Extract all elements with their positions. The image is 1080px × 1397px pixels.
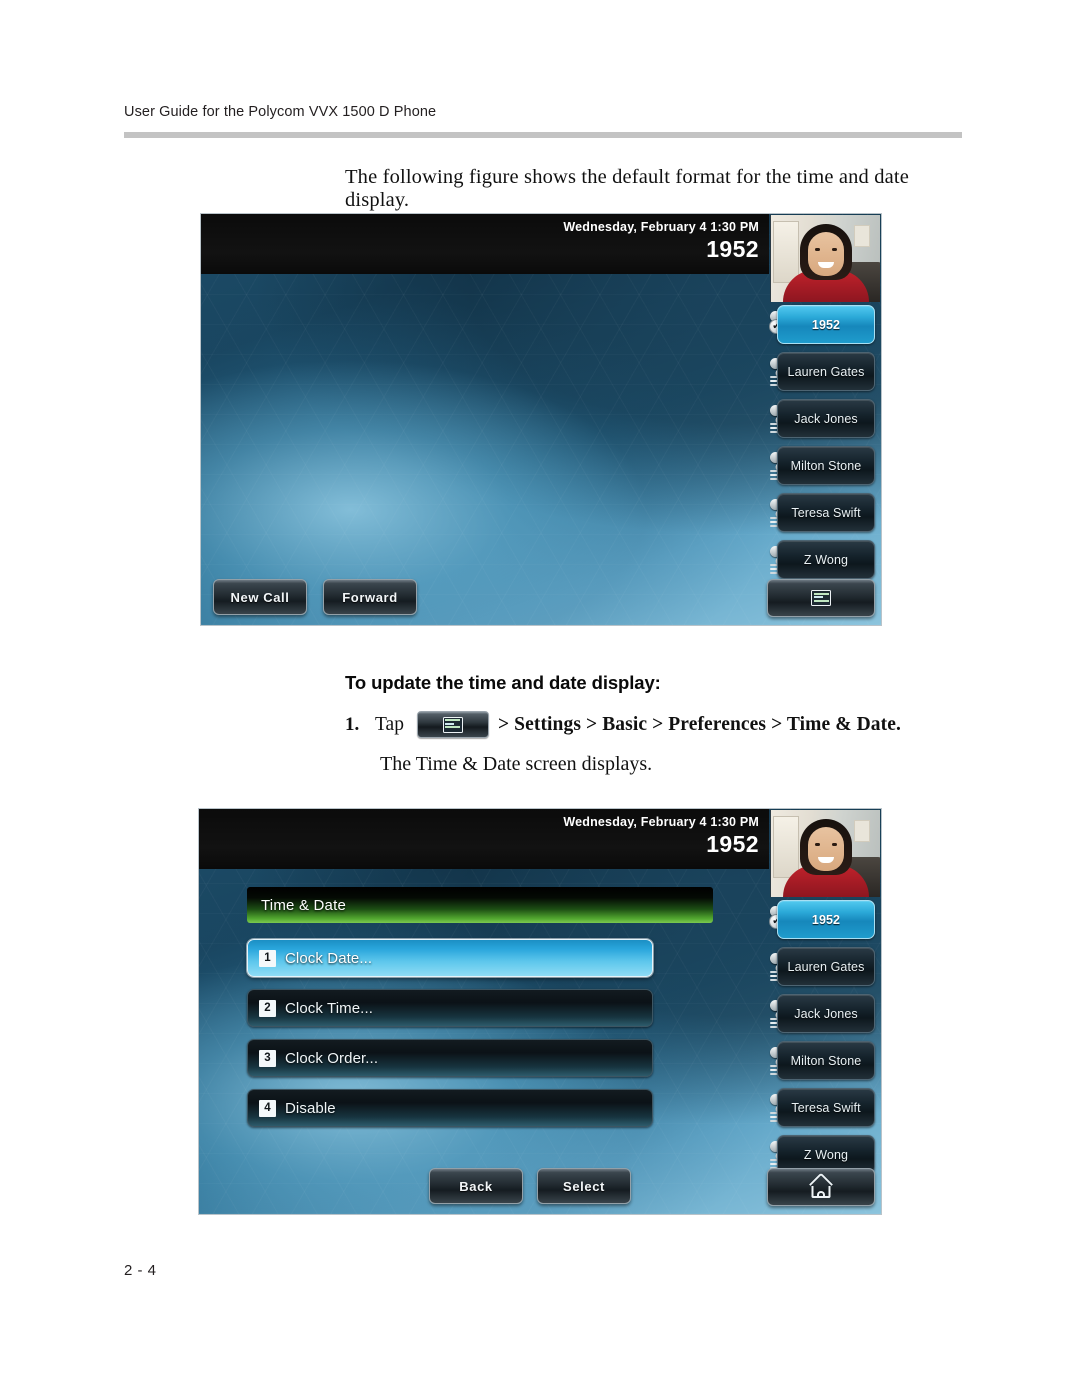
step-menu-path: > Settings > Basic > Preferences > Time … [497, 713, 901, 735]
line-key-row[interactable]: Teresa Swift [768, 1085, 880, 1130]
menu-item-label: Clock Time... [285, 999, 373, 1017]
header-divider [124, 132, 962, 138]
self-view-video[interactable] [770, 810, 880, 897]
video-person-smile [817, 857, 834, 863]
status-datetime: Wednesday, February 4 1:30 PM [563, 815, 759, 829]
line-key-button[interactable]: Teresa Swift [777, 1088, 875, 1127]
procedure-heading: To update the time and date display: [345, 672, 661, 693]
menu-item-clock-time[interactable]: 2 Clock Time... [247, 989, 653, 1027]
line-key-row[interactable]: Teresa Swift [768, 490, 880, 535]
home-button-menu[interactable] [767, 1168, 875, 1206]
video-wall-panel [854, 225, 870, 247]
soft-key-back[interactable]: Back [429, 1168, 523, 1204]
video-door [773, 816, 799, 878]
line-key-button[interactable]: Milton Stone [777, 1041, 875, 1080]
line-key-row[interactable]: Milton Stone [768, 1038, 880, 1083]
video-person-eye-left [814, 248, 820, 251]
line-key-button[interactable]: Milton Stone [777, 446, 875, 485]
line-key-row[interactable]: ✔ 1952 [768, 897, 880, 942]
phone-screenshot-time-date: Wednesday, February 4 1:30 PM 1952 Time … [198, 808, 882, 1215]
soft-key-bar-home: New Call Forward [201, 575, 769, 621]
menu-item-index: 1 [259, 949, 276, 967]
soft-key-new-call[interactable]: New Call [213, 579, 307, 615]
menu-window-icon [811, 590, 831, 606]
line-key-button[interactable]: Jack Jones [777, 399, 875, 438]
line-key-column-home: ✔ 1952 Lauren Gates Jack Jones Milton St… [768, 302, 880, 584]
step-tap-label: Tap [375, 713, 404, 735]
line-key-row[interactable]: Jack Jones [768, 396, 880, 441]
line-key-row[interactable]: Jack Jones [768, 991, 880, 1036]
video-person-smile [817, 262, 834, 268]
menu-item-label: Disable [285, 1099, 336, 1117]
intro-paragraph: The following figure shows the default f… [345, 166, 909, 211]
procedure-step-1: 1. Tap > Settings > Basic > Preferences … [345, 711, 901, 738]
status-bar: Wednesday, February 4 1:30 PM 1952 [201, 214, 769, 274]
home-icon [808, 1172, 834, 1198]
video-person-face [807, 827, 844, 871]
soft-key-forward[interactable]: Forward [323, 579, 417, 615]
menu-item-disable[interactable]: 4 Disable [247, 1089, 653, 1127]
menu-item-label: Clock Date... [285, 949, 373, 967]
line-key-button[interactable]: Teresa Swift [777, 493, 875, 532]
menu-button-home[interactable] [767, 579, 875, 617]
video-person-eye-left [814, 843, 820, 846]
soft-key-bar-menu: Back Select [199, 1164, 769, 1210]
video-person-eye-right [831, 843, 837, 846]
status-bar: Wednesday, February 4 1:30 PM 1952 [199, 809, 769, 869]
line-key-button[interactable]: Z Wong [777, 540, 875, 579]
menu-item-index: 4 [259, 1099, 276, 1117]
status-extension: 1952 [706, 236, 759, 262]
menu-item-clock-order[interactable]: 3 Clock Order... [247, 1039, 653, 1077]
video-person-eye-right [831, 248, 837, 251]
step-result-text: The Time & Date screen displays. [380, 753, 653, 775]
line-key-button[interactable]: 1952 [777, 900, 875, 939]
step-number: 1. [345, 713, 360, 735]
line-key-column-menu: ✔ 1952 Lauren Gates Jack Jones Milton St… [768, 897, 880, 1179]
line-key-row[interactable]: Lauren Gates [768, 349, 880, 394]
line-key-row[interactable]: Milton Stone [768, 443, 880, 488]
line-key-row[interactable]: Z Wong [768, 537, 880, 582]
line-key-row[interactable]: Lauren Gates [768, 944, 880, 989]
status-datetime: Wednesday, February 4 1:30 PM [563, 220, 759, 234]
line-key-row[interactable]: ✔ 1952 [768, 302, 880, 347]
line-key-button[interactable]: 1952 [777, 305, 875, 344]
line-key-button[interactable]: Lauren Gates [777, 947, 875, 986]
menu-item-label: Clock Order... [285, 1049, 379, 1067]
line-key-button[interactable]: Jack Jones [777, 994, 875, 1033]
self-view-video[interactable] [770, 215, 880, 302]
line-key-button[interactable]: Lauren Gates [777, 352, 875, 391]
page-number: 2 - 4 [124, 1262, 157, 1279]
status-extension: 1952 [706, 831, 759, 857]
menu-item-index: 3 [259, 1049, 276, 1067]
menu-window-icon [416, 711, 489, 738]
menu-item-index: 2 [259, 999, 276, 1017]
video-wall-panel [854, 820, 870, 842]
menu-title-bar: Time & Date [247, 887, 713, 923]
menu-item-clock-date[interactable]: 1 Clock Date... [247, 939, 653, 977]
video-door [773, 221, 799, 283]
page-header-title: User Guide for the Polycom VVX 1500 D Ph… [124, 104, 437, 120]
time-date-menu-list: 1 Clock Date... 2 Clock Time... 3 Clock … [247, 939, 653, 1139]
video-person-face [807, 232, 844, 276]
phone-screenshot-home: Wednesday, February 4 1:30 PM 1952 ✔ 195… [200, 213, 882, 626]
soft-key-select[interactable]: Select [537, 1168, 631, 1204]
